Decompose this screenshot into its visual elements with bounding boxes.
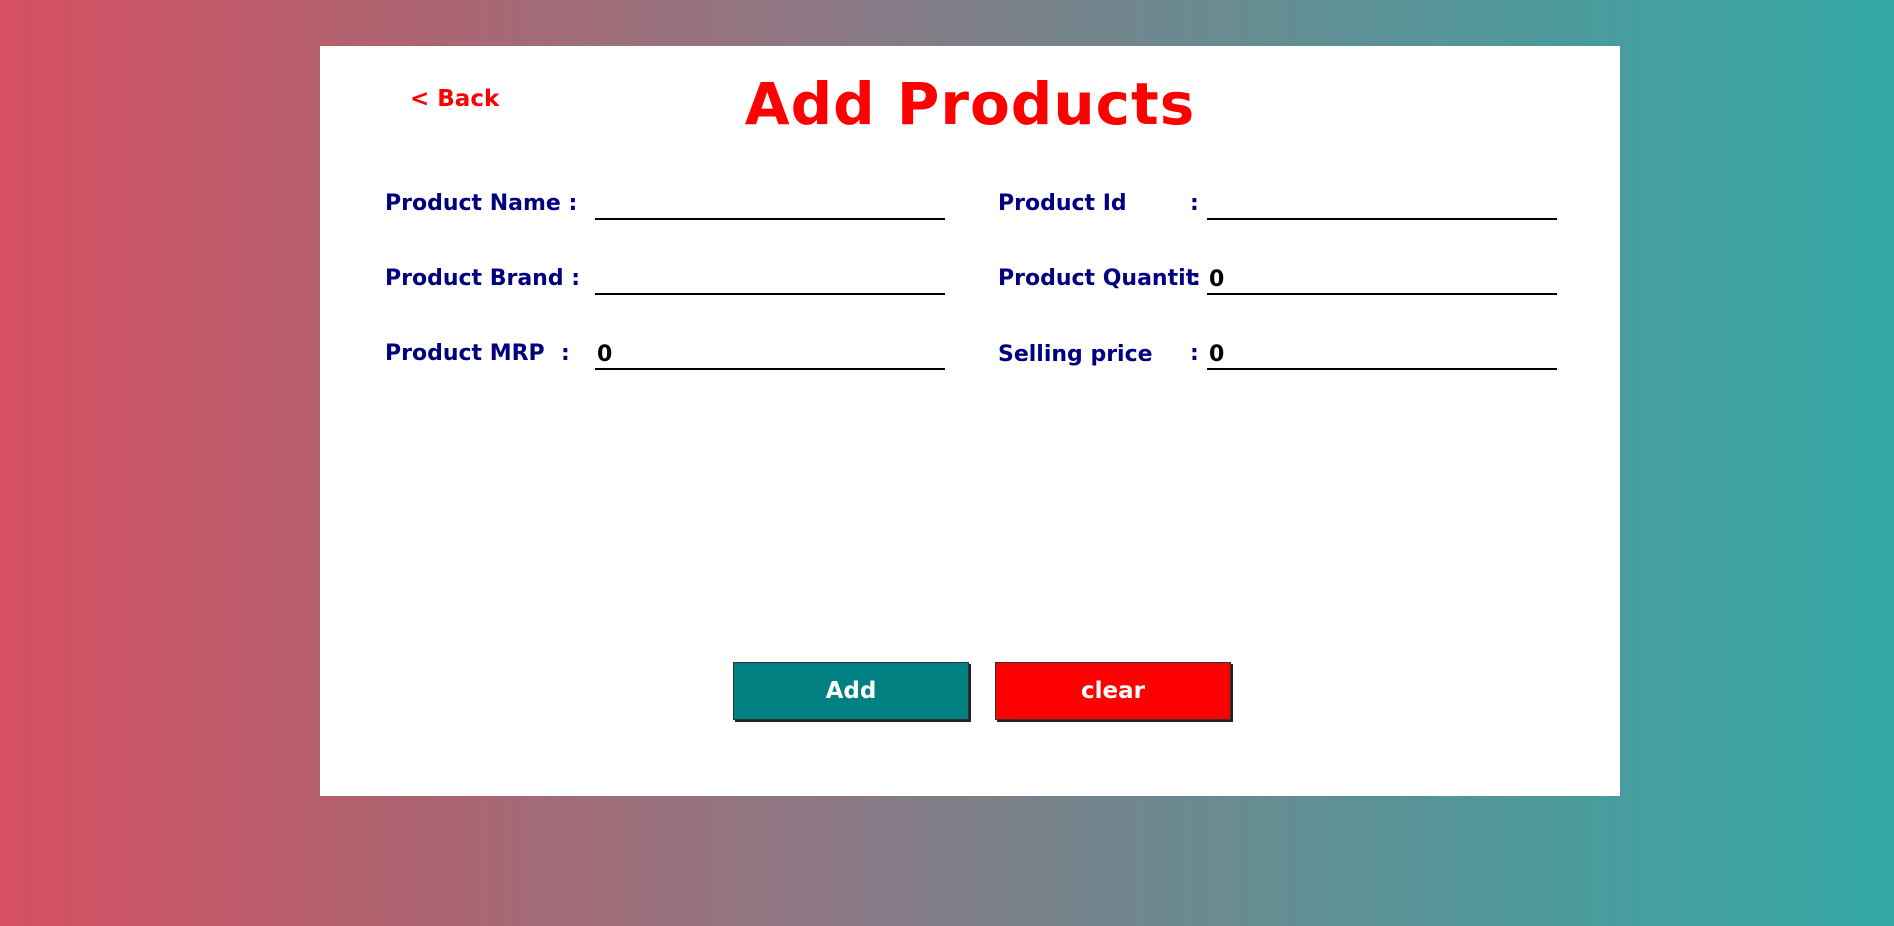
product-brand-input[interactable] bbox=[595, 265, 945, 295]
product-id-label: Product Id bbox=[998, 191, 1127, 216]
product-mrp-input[interactable] bbox=[595, 340, 945, 370]
product-id-input[interactable] bbox=[1207, 190, 1557, 220]
selling-price-label: Selling price bbox=[998, 342, 1153, 367]
selling-price-colon: : bbox=[1190, 341, 1199, 366]
product-mrp-label: Product MRP bbox=[385, 341, 545, 366]
add-products-panel: < Back Add Products Product Name : Produ… bbox=[320, 46, 1620, 796]
product-quantity-label: Product Quantit bbox=[998, 266, 1197, 291]
page-title: Add Products bbox=[744, 70, 1196, 138]
product-id-colon: : bbox=[1190, 191, 1199, 216]
product-quantity-input[interactable] bbox=[1207, 265, 1557, 295]
product-mrp-colon: : bbox=[561, 341, 570, 366]
product-quantity-colon: : bbox=[1192, 266, 1201, 291]
product-name-input[interactable] bbox=[595, 190, 945, 220]
add-button[interactable]: Add bbox=[733, 662, 969, 720]
product-name-label: Product Name : bbox=[385, 191, 578, 216]
clear-button[interactable]: clear bbox=[995, 662, 1231, 720]
product-brand-label: Product Brand : bbox=[385, 266, 581, 291]
selling-price-input[interactable] bbox=[1207, 340, 1557, 370]
